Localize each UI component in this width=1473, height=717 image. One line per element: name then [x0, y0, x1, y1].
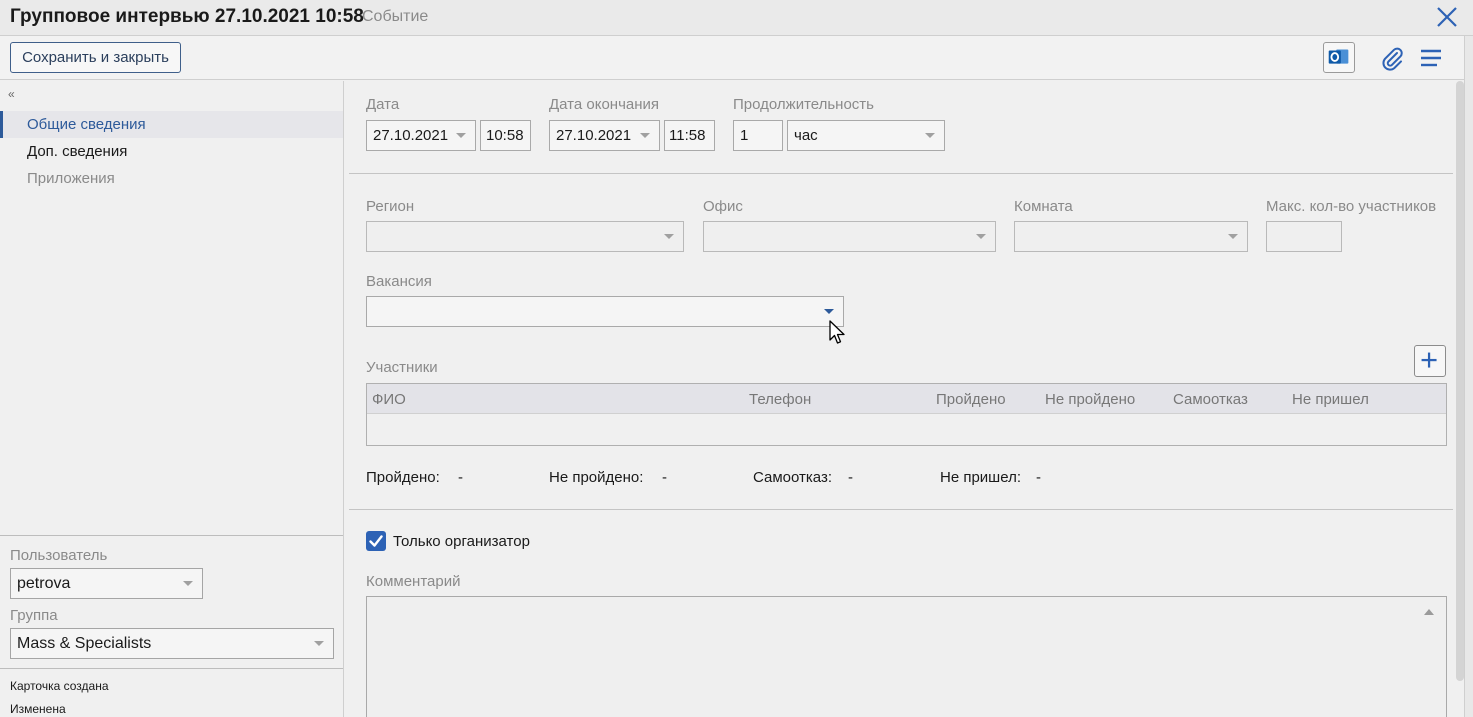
duration-unit-select[interactable]: час: [787, 120, 945, 151]
card-modified-label: Изменена: [10, 702, 66, 716]
stat-no-show-label: Не пришел:: [940, 469, 1021, 486]
participants-label: Участники: [366, 359, 438, 376]
sidebar-item-extra[interactable]: Доп. сведения: [0, 138, 343, 165]
organizer-only-label[interactable]: Только организатор: [393, 533, 530, 550]
toolbar: Сохранить и закрыть: [0, 36, 1473, 80]
window-edge: [1464, 36, 1473, 717]
chevron-down-icon: [640, 133, 650, 138]
stat-passed-label: Пройдено:: [366, 469, 440, 486]
add-participant-button[interactable]: [1414, 345, 1446, 377]
column-not-passed[interactable]: Не пройдено: [1045, 384, 1135, 415]
checkmark-icon: [369, 535, 383, 547]
duration-label: Продолжительность: [733, 96, 874, 113]
room-label: Комната: [1014, 198, 1073, 215]
sidebar-divider: [0, 535, 343, 536]
group-select-value: Mass & Specialists: [17, 635, 152, 652]
sidebar-item-general[interactable]: Общие сведения: [0, 111, 343, 138]
comment-textarea[interactable]: [366, 596, 1447, 717]
chevron-down-icon: [925, 133, 935, 138]
table-header: ФИО Телефон Пройдено Не пройдено Самоотк…: [367, 384, 1446, 414]
vertical-scrollbar[interactable]: [1456, 81, 1464, 681]
date-picker[interactable]: 27.10.2021: [366, 120, 476, 151]
stat-self-refusal-label: Самоотказ:: [753, 469, 832, 486]
stat-self-refusal-value: -: [848, 469, 853, 486]
region-label: Регион: [366, 198, 415, 215]
office-label: Офис: [703, 198, 743, 215]
vacancy-label: Вакансия: [366, 273, 432, 290]
organizer-only-checkbox[interactable]: [366, 531, 386, 551]
vacancy-select[interactable]: [366, 296, 844, 327]
time-input[interactable]: 10:58: [480, 120, 531, 151]
region-select[interactable]: [366, 221, 684, 252]
window-titlebar: Групповое интервью 27.10.2021 10:58 Собы…: [0, 0, 1473, 36]
column-passed[interactable]: Пройдено: [936, 384, 1006, 415]
stat-not-passed-value: -: [662, 469, 667, 486]
column-fio[interactable]: ФИО: [372, 384, 406, 415]
sidebar-item-attachments[interactable]: Приложения: [0, 165, 343, 192]
section-divider: [349, 173, 1453, 174]
scroll-up-icon[interactable]: [1419, 602, 1439, 622]
end-date-picker[interactable]: 27.10.2021: [549, 120, 660, 151]
stat-no-show-value: -: [1036, 469, 1041, 486]
comment-label: Комментарий: [366, 573, 461, 590]
close-icon[interactable]: [1432, 2, 1462, 32]
chevron-down-icon: [824, 309, 834, 314]
user-select[interactable]: petrova: [10, 568, 203, 599]
group-select[interactable]: Mass & Specialists: [10, 628, 334, 659]
duration-unit-value: час: [794, 127, 818, 144]
column-no-show[interactable]: Не пришел: [1292, 384, 1369, 415]
chevron-down-icon: [456, 133, 466, 138]
user-label: Пользователь: [10, 547, 108, 564]
end-date-value: 27.10.2021: [556, 127, 632, 144]
duration-input[interactable]: 1: [733, 120, 783, 151]
stat-passed-value: -: [458, 469, 463, 486]
card-created-label: Карточка создана: [10, 679, 109, 693]
max-participants-input[interactable]: [1266, 221, 1342, 252]
office-select[interactable]: [703, 221, 996, 252]
user-select-value: petrova: [17, 575, 71, 592]
chevron-down-icon: [183, 581, 193, 586]
date-label: Дата: [366, 96, 400, 113]
chevron-down-icon: [976, 234, 986, 239]
chevron-down-icon: [664, 234, 674, 239]
collapse-sidebar-icon[interactable]: «: [8, 87, 15, 101]
stat-not-passed-label: Не пройдено:: [549, 469, 644, 486]
mouse-cursor-icon: [829, 320, 845, 344]
save-and-close-button[interactable]: Сохранить и закрыть: [10, 42, 181, 73]
window-title: Групповое интервью 27.10.2021 10:58: [10, 6, 364, 27]
participants-table[interactable]: ФИО Телефон Пройдено Не пройдено Самоотк…: [366, 383, 1447, 446]
chevron-down-icon: [1228, 234, 1238, 239]
sidebar-divider: [0, 668, 343, 669]
room-select[interactable]: [1014, 221, 1248, 252]
chevron-down-icon: [314, 641, 324, 646]
outlook-button[interactable]: [1323, 42, 1355, 73]
column-self-refusal[interactable]: Самоотказ: [1173, 384, 1248, 415]
sidebar: « Общие сведения Доп. сведения Приложени…: [0, 81, 344, 717]
section-divider: [349, 509, 1453, 510]
end-date-label: Дата окончания: [549, 96, 660, 113]
date-value: 27.10.2021: [373, 127, 449, 144]
group-label: Группа: [10, 607, 58, 624]
column-phone[interactable]: Телефон: [749, 384, 811, 415]
plus-icon: [1421, 352, 1437, 368]
paperclip-icon[interactable]: [1378, 44, 1406, 72]
menu-icon[interactable]: [1418, 45, 1444, 71]
max-participants-label: Макс. кол-во участников: [1266, 198, 1437, 215]
end-time-input[interactable]: 11:58: [664, 120, 715, 151]
window-subtitle: Событие: [362, 8, 429, 25]
outlook-icon: [1328, 49, 1349, 64]
